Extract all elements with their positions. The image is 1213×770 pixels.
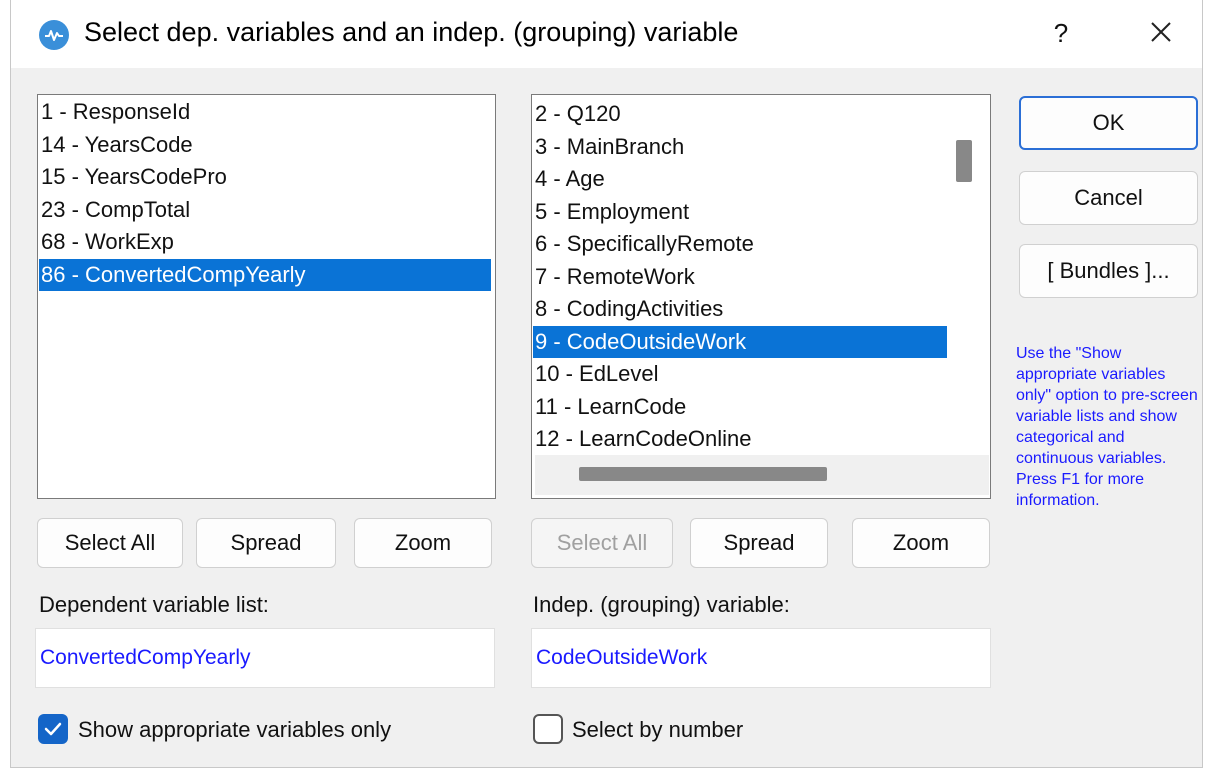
close-button[interactable]: [1139, 12, 1183, 52]
list-item[interactable]: 5 - Employment: [533, 196, 947, 228]
vertical-scrollbar-thumb[interactable]: [956, 140, 972, 182]
close-icon: [1151, 22, 1171, 42]
list-item[interactable]: 11 - LearnCode: [533, 391, 947, 423]
checkmark-icon: [44, 722, 62, 736]
horizontal-scrollbar-thumb[interactable]: [579, 467, 827, 481]
cancel-button[interactable]: Cancel: [1019, 171, 1198, 225]
list-item[interactable]: 3 - MainBranch: [533, 131, 947, 163]
ok-button[interactable]: OK: [1019, 96, 1198, 150]
horizontal-scrollbar[interactable]: [535, 455, 989, 495]
list-item[interactable]: 8 - CodingActivities: [533, 293, 947, 325]
dialog-window: Select dep. variables and an indep. (gro…: [10, 0, 1203, 768]
list-item[interactable]: 7 - RemoteWork: [533, 261, 947, 293]
left-select-all-button[interactable]: Select All: [37, 518, 183, 568]
grouping-variable-label: Indep. (grouping) variable:: [533, 592, 790, 617]
list-item[interactable]: 9 - CodeOutsideWork: [533, 325, 947, 358]
list-item[interactable]: 10 - EdLevel: [533, 358, 947, 390]
dependent-candidates-list[interactable]: 1 - ResponseId 14 - YearsCode 15 - YearsCo…: [37, 94, 496, 499]
show-appropriate-label[interactable]: Show appropriate variables only: [78, 717, 391, 743]
list-item[interactable]: 4 - Age: [533, 163, 947, 195]
grouping-variable-field[interactable]: CodeOutsideWork: [531, 628, 991, 688]
list-item[interactable]: 15 - YearsCodePro: [39, 161, 491, 193]
help-button[interactable]: ?: [1041, 14, 1081, 52]
window-title: Select dep. variables and an indep. (gro…: [84, 17, 739, 47]
dependent-list-label: Dependent variable list:: [39, 592, 269, 617]
right-spread-button[interactable]: Spread: [690, 518, 828, 568]
hint-text: Use the "Show appropriate variables only…: [1016, 345, 1198, 509]
select-by-number-checkbox[interactable]: [533, 714, 563, 744]
left-zoom-button[interactable]: Zoom: [354, 518, 492, 568]
show-appropriate-checkbox[interactable]: [38, 714, 68, 744]
list-item[interactable]: 68 - WorkExp: [39, 226, 491, 258]
list-item[interactable]: 14 - YearsCode: [39, 129, 491, 161]
list-item[interactable]: 12 - LearnCodeOnline: [533, 423, 947, 455]
grouping-candidates-list[interactable]: 2 - Q120 3 - MainBranch 4 - Age 5 - Employm…: [531, 94, 991, 499]
list-item[interactable]: 6 - SpecificallyRemote: [533, 228, 947, 260]
title-bar: Select dep. variables and an indep. (gro…: [11, 0, 1202, 68]
right-select-all-button[interactable]: Select All: [531, 518, 673, 568]
list-item[interactable]: 2 - Q120: [533, 98, 947, 130]
dependent-variable-field[interactable]: ConvertedCompYearly: [35, 628, 495, 688]
select-by-number-label[interactable]: Select by number: [572, 717, 743, 743]
list-item[interactable]: 23 - CompTotal: [39, 194, 491, 226]
list-item[interactable]: 86 - ConvertedCompYearly: [39, 258, 491, 291]
list-item[interactable]: 1 - ResponseId: [39, 96, 491, 128]
app-icon: [39, 20, 69, 50]
left-spread-button[interactable]: Spread: [196, 518, 336, 568]
right-zoom-button[interactable]: Zoom: [852, 518, 990, 568]
bundles-button[interactable]: [ Bundles ]...: [1019, 244, 1198, 298]
